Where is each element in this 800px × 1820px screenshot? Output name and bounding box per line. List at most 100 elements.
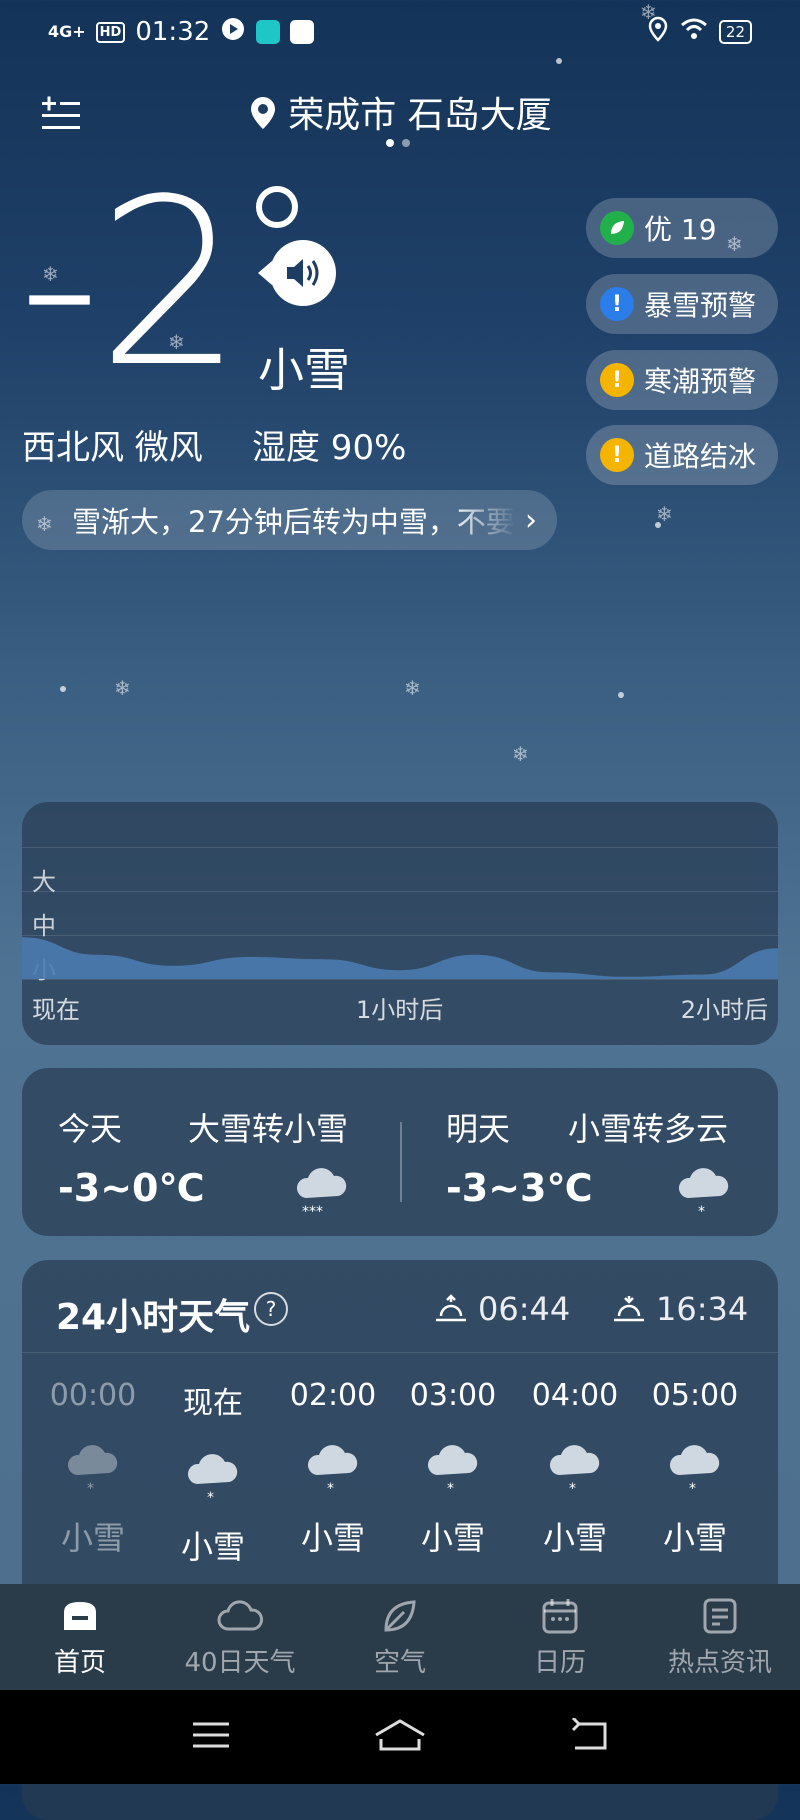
hour-item[interactable]: 03:00 * 小雪	[398, 1378, 508, 1559]
home-button[interactable]	[373, 1717, 427, 1757]
snowflake-icon: ❄	[114, 676, 131, 700]
hd-badge: HD	[95, 21, 126, 43]
app-icon	[290, 20, 315, 44]
day-temp-range: -3~3℃	[446, 1166, 593, 1210]
light-snow-icon: *	[398, 1439, 508, 1495]
humidity-info: 湿度 90%	[252, 428, 407, 468]
day-condition: 大雪转小雪	[188, 1110, 349, 1148]
air-quality-badge[interactable]: 优 19	[586, 198, 778, 258]
hour-item[interactable]: 04:00 * 小雪	[520, 1378, 630, 1559]
exclamation-icon: !	[600, 438, 634, 472]
snowflake-icon: ❄	[512, 742, 529, 766]
sunset-icon	[614, 1296, 644, 1322]
sunrise-icon	[436, 1294, 466, 1322]
nav-calendar[interactable]: 日历	[480, 1584, 640, 1690]
badge-label: 道路结冰	[644, 440, 757, 473]
axis-now: 现在	[32, 996, 80, 1024]
nav-40day[interactable]: 40日天气	[160, 1584, 320, 1690]
status-bar: 4G+ HD 01:32 22	[48, 14, 752, 50]
exclamation-icon: !	[600, 287, 634, 321]
nav-label: 40日天气	[184, 1647, 296, 1678]
light-snow-icon: *	[278, 1439, 388, 1495]
sunset-value: 16:34	[656, 1290, 749, 1328]
light-snow-icon: *	[640, 1439, 750, 1495]
svg-text:*: *	[207, 1490, 214, 1504]
wind-info: 西北风 微风	[22, 428, 203, 468]
light-snow-cloud-icon: *	[674, 1162, 734, 1222]
day-condition: 小雪转多云	[568, 1110, 729, 1148]
sunrise-time: 06:44	[432, 1290, 570, 1328]
today-forecast[interactable]: 今天 大雪转小雪 -3~0℃ ***	[22, 1068, 400, 1236]
recents-button[interactable]	[191, 1720, 231, 1754]
battery-level: 22	[718, 20, 752, 44]
day-temp-range: -3~0℃	[58, 1166, 205, 1210]
location-name: 荣成市 石岛大厦	[288, 95, 552, 136]
hour-item[interactable]: 05:00 * 小雪	[640, 1378, 750, 1559]
day-label: 明天	[446, 1110, 511, 1148]
voice-broadcast-button[interactable]	[258, 240, 336, 306]
hour-time: 03:00	[409, 1378, 497, 1413]
hour-condition: 小雪	[420, 1519, 485, 1557]
day-label: 今天	[58, 1110, 123, 1148]
badge-label: 优 19	[644, 213, 717, 246]
page-indicator	[386, 139, 410, 147]
degree-symbol	[256, 186, 298, 228]
current-temperature: -2	[18, 151, 243, 418]
road-ice-warning-badge[interactable]: ! 道路结冰	[586, 425, 778, 485]
precip-alert-banner[interactable]: 雪渐大，27分钟后转为中雪，不要出门 ›	[22, 490, 557, 550]
svg-text:*: *	[698, 1204, 705, 1218]
hour-time: 00:00	[49, 1378, 137, 1413]
network-label: 4G+	[48, 22, 86, 41]
snow-dot	[655, 522, 661, 528]
precip-area-series	[22, 937, 778, 979]
heavy-snow-cloud-icon: ***	[292, 1162, 352, 1222]
location-title[interactable]: 荣成市 石岛大厦	[0, 86, 800, 140]
nav-home[interactable]: 首页	[0, 1584, 160, 1690]
svg-text:*: *	[327, 1481, 334, 1495]
hour-item[interactable]: 00:00 * 小雪	[38, 1378, 148, 1559]
hour-item[interactable]: 02:00 * 小雪	[278, 1378, 388, 1559]
hour-condition: 小雪	[300, 1519, 365, 1557]
help-icon[interactable]: ?	[254, 1292, 288, 1326]
svg-text:*: *	[689, 1481, 696, 1495]
precip-forecast-card[interactable]: 大 中 小 现在 1小时后 2小时后	[22, 802, 778, 1045]
axis-1h: 1小时后	[356, 996, 444, 1024]
nav-air[interactable]: 空气	[320, 1584, 480, 1690]
blizzard-warning-badge[interactable]: ! 暴雪预警	[586, 274, 778, 334]
hour-time: 现在	[183, 1386, 243, 1421]
sunrise-value: 06:44	[478, 1290, 571, 1328]
sunset-time: 16:34	[610, 1290, 748, 1328]
axis-2h: 2小时后	[680, 996, 768, 1024]
light-snow-icon: *	[38, 1439, 148, 1495]
svg-text:***: ***	[302, 1204, 323, 1218]
snow-dot	[556, 58, 562, 64]
snow-dot	[60, 686, 66, 692]
location-pin-icon	[248, 95, 278, 140]
calendar-icon	[540, 1596, 580, 1636]
back-button[interactable]	[569, 1716, 609, 1756]
leaf-icon	[600, 211, 634, 245]
hour-condition: 小雪	[180, 1528, 245, 1566]
speaker-icon	[287, 259, 319, 287]
system-nav-bar	[0, 1690, 800, 1784]
badge-label: 暴雪预警	[644, 289, 757, 322]
hour-item[interactable]: 现在 * 小雪	[158, 1378, 268, 1568]
play-icon	[220, 16, 246, 49]
nav-news[interactable]: 热点资讯	[640, 1584, 800, 1690]
snowflake-icon: ❄	[404, 676, 421, 700]
hourly-title: 24小时天气	[56, 1297, 251, 1338]
svg-text:*: *	[569, 1481, 576, 1495]
current-condition: 小雪	[258, 343, 350, 397]
news-icon	[700, 1596, 740, 1636]
nav-label: 空气	[373, 1647, 426, 1678]
tomorrow-forecast[interactable]: 明天 小雪转多云 -3~3℃ *	[400, 1068, 778, 1236]
hour-time: 04:00	[531, 1378, 619, 1413]
chevron-right-icon: ›	[525, 502, 537, 538]
light-snow-icon: *	[158, 1448, 268, 1504]
clock: 01:32	[135, 17, 211, 47]
home-icon	[60, 1596, 100, 1636]
precip-alert-text: 雪渐大，27分钟后转为中雪，不要出门	[72, 505, 517, 539]
cold-wave-warning-badge[interactable]: ! 寒潮预警	[586, 350, 778, 410]
daily-forecast-card[interactable]: 今天 大雪转小雪 -3~0℃ *** 明天 小雪转多云 -3~3℃ *	[22, 1068, 778, 1236]
nav-label: 首页	[53, 1647, 106, 1678]
